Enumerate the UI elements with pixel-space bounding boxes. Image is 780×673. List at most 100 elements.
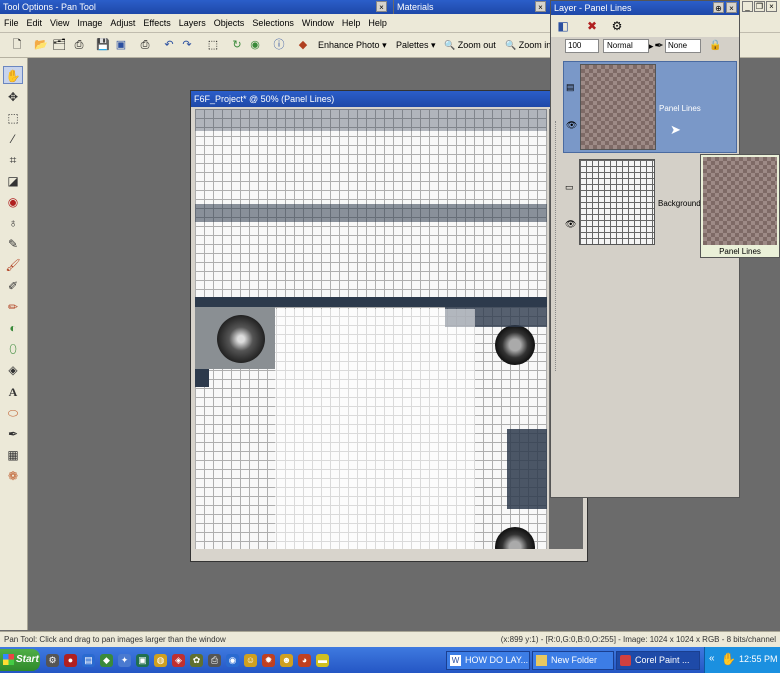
quicklaunch-icon-11[interactable]: ◉ bbox=[226, 654, 239, 667]
close-icon[interactable]: × bbox=[535, 1, 546, 12]
menu-image[interactable]: Image bbox=[73, 14, 106, 32]
minimize-icon[interactable]: _ bbox=[742, 1, 753, 12]
visibility-eye-icon[interactable]: 👁 bbox=[566, 120, 578, 130]
task-button[interactable]: New Folder bbox=[532, 651, 614, 670]
learning-center-icon[interactable]: ◉ bbox=[248, 38, 262, 52]
quicklaunch-icon-9[interactable]: ✿ bbox=[190, 654, 203, 667]
quicklaunch-icon-12[interactable]: ☺ bbox=[244, 654, 257, 667]
enhance-photo-button[interactable]: Enhance Photo ▾ bbox=[318, 37, 387, 53]
new-layer-icon[interactable]: ◧ bbox=[555, 18, 571, 34]
layer-group-icon[interactable]: ▤ bbox=[566, 82, 576, 92]
pen-tool-icon[interactable]: ✒ bbox=[3, 425, 23, 443]
image-window[interactable]: F6F_Project* @ 50% (Panel Lines) bbox=[190, 90, 588, 562]
menu-view[interactable]: View bbox=[46, 14, 73, 32]
menu-window[interactable]: Window bbox=[298, 14, 338, 32]
quicklaunch-icon-4[interactable]: ◆ bbox=[100, 654, 113, 667]
image-window-titlebar[interactable]: F6F_Project* @ 50% (Panel Lines) bbox=[191, 91, 587, 107]
opacity-field[interactable]: 100 bbox=[565, 39, 599, 53]
quicklaunch-icon-8[interactable]: ◈ bbox=[172, 654, 185, 667]
quicklaunch-icon-2[interactable]: ● bbox=[64, 654, 77, 667]
restore-icon[interactable]: ❐ bbox=[754, 1, 765, 12]
info-icon[interactable]: ⓘ bbox=[272, 38, 286, 52]
menu-edit[interactable]: Edit bbox=[23, 14, 47, 32]
close-icon[interactable]: × bbox=[766, 1, 777, 12]
menu-objects[interactable]: Objects bbox=[210, 14, 249, 32]
smudge-icon[interactable]: ◐ bbox=[3, 319, 23, 337]
menu-selections[interactable]: Selections bbox=[248, 14, 298, 32]
layer-palette-titlebar[interactable]: Layer - Panel Lines ⊕ × bbox=[551, 1, 739, 15]
redo-icon[interactable]: ↷ bbox=[180, 38, 194, 52]
scratch-remover-icon[interactable]: ✎ bbox=[3, 235, 23, 253]
red-eye-tool-icon[interactable]: ◉ bbox=[3, 193, 23, 211]
lock-icon[interactable]: 🔒 bbox=[709, 39, 721, 53]
zoom-in-button[interactable]: 🔍 Zoom in bbox=[505, 37, 551, 53]
preset-shape-icon[interactable]: ⬭ bbox=[3, 404, 23, 422]
task-button[interactable]: W HOW DO LAY... bbox=[446, 651, 530, 670]
delete-layer-icon[interactable]: ✖ bbox=[584, 18, 600, 34]
image-canvas[interactable] bbox=[195, 109, 547, 549]
menu-help-2[interactable]: Help bbox=[364, 14, 391, 32]
selection-tool-icon[interactable]: ⬚ bbox=[3, 109, 23, 127]
open-folder-icon[interactable]: 📂 bbox=[34, 38, 48, 52]
browse-icon[interactable]: 🗂 bbox=[52, 38, 66, 52]
quicklaunch-icon-15[interactable]: ◕ bbox=[298, 654, 311, 667]
layer-name: Panel Lines bbox=[659, 104, 701, 113]
hand-icon[interactable]: ✋ bbox=[721, 652, 736, 666]
visibility-eye-icon[interactable]: 👁 bbox=[565, 219, 577, 229]
quicklaunch-icon-7[interactable]: ◍ bbox=[154, 654, 167, 667]
quicklaunch-icon-13[interactable]: ✹ bbox=[262, 654, 275, 667]
palette-splitter[interactable] bbox=[555, 121, 560, 371]
menu-help[interactable]: Help bbox=[338, 14, 365, 32]
layer-raster-icon[interactable]: ▭ bbox=[565, 182, 575, 192]
scan-icon[interactable]: ⎙ bbox=[72, 38, 86, 52]
picture-tube-icon[interactable]: ❁ bbox=[3, 467, 23, 485]
start-button[interactable]: Start bbox=[0, 649, 40, 671]
palettes-button[interactable]: Palettes ▾ bbox=[396, 37, 436, 53]
text-tool-icon[interactable]: A bbox=[3, 383, 23, 401]
enhance-photo-icon[interactable]: ◆ bbox=[296, 38, 310, 52]
save-icon[interactable]: 💾 bbox=[96, 38, 110, 52]
mask-icon[interactable]: ✒ bbox=[653, 39, 665, 53]
print-icon[interactable]: ⎙ bbox=[138, 38, 152, 52]
crop-icon[interactable]: ⬚ bbox=[206, 38, 220, 52]
zoom-out-button[interactable]: 🔍 Zoom out bbox=[444, 37, 496, 53]
save-as-icon[interactable]: ▣ bbox=[114, 38, 128, 52]
quicklaunch-icon-10[interactable]: ⎙ bbox=[208, 654, 221, 667]
quicklaunch-icon-6[interactable]: ▣ bbox=[136, 654, 149, 667]
menu-layers[interactable]: Layers bbox=[175, 14, 210, 32]
new-file-icon[interactable]: 🗋 bbox=[10, 38, 24, 52]
quicklaunch-icon-3[interactable]: ▤ bbox=[82, 654, 95, 667]
menu-effects[interactable]: Effects bbox=[139, 14, 174, 32]
dropper-tool-icon[interactable]: ⁄ bbox=[3, 130, 23, 148]
layer-row-background[interactable]: ▭ 👁 Background bbox=[563, 157, 703, 249]
quicklaunch-icon-14[interactable]: ☻ bbox=[280, 654, 293, 667]
mask-mode-field[interactable]: None bbox=[665, 39, 701, 53]
close-icon[interactable]: × bbox=[376, 1, 387, 12]
blend-mode-select[interactable]: Normal bbox=[603, 39, 649, 53]
menu-adjust[interactable]: Adjust bbox=[106, 14, 139, 32]
pan-tool-icon[interactable]: ✋ bbox=[3, 66, 23, 84]
airbrush-icon[interactable]: ✐ bbox=[3, 277, 23, 295]
chevron-left-icon[interactable]: « bbox=[709, 653, 715, 664]
clone-brush-icon[interactable]: ♁ bbox=[3, 214, 23, 232]
pin-icon[interactable]: ⊕ bbox=[713, 2, 724, 13]
lighten-darken-icon[interactable]: ✏ bbox=[3, 298, 23, 316]
move-tool-icon[interactable]: ✥ bbox=[3, 88, 23, 106]
quicklaunch-icon-5[interactable]: ✦ bbox=[118, 654, 131, 667]
deform-tool-icon[interactable]: ◪ bbox=[3, 172, 23, 190]
background-eraser-icon[interactable]: ⬯ bbox=[3, 340, 23, 358]
refresh-icon[interactable]: ↻ bbox=[230, 38, 244, 52]
flood-fill-icon[interactable]: ◈ bbox=[3, 361, 23, 379]
close-icon[interactable]: × bbox=[726, 2, 737, 13]
task-button-active[interactable]: Corel Paint ... bbox=[616, 651, 700, 670]
quicklaunch-icon-16[interactable]: ▬ bbox=[316, 654, 329, 667]
layer-thumbnail bbox=[579, 159, 655, 245]
layer-properties-icon[interactable]: ⚙ bbox=[609, 18, 625, 34]
undo-icon[interactable]: ↶ bbox=[162, 38, 176, 52]
crop-tool-icon[interactable]: ⌗ bbox=[3, 151, 23, 169]
menu-file[interactable]: File bbox=[0, 14, 23, 32]
quicklaunch-icon-1[interactable]: ⚙ bbox=[46, 654, 59, 667]
layer-row-panel-lines[interactable]: ▤ 👁 Panel Lines ➤ bbox=[563, 61, 737, 153]
mesh-warp-icon[interactable]: ▦ bbox=[3, 446, 23, 464]
paint-brush-icon[interactable]: 🖌 bbox=[3, 256, 23, 274]
